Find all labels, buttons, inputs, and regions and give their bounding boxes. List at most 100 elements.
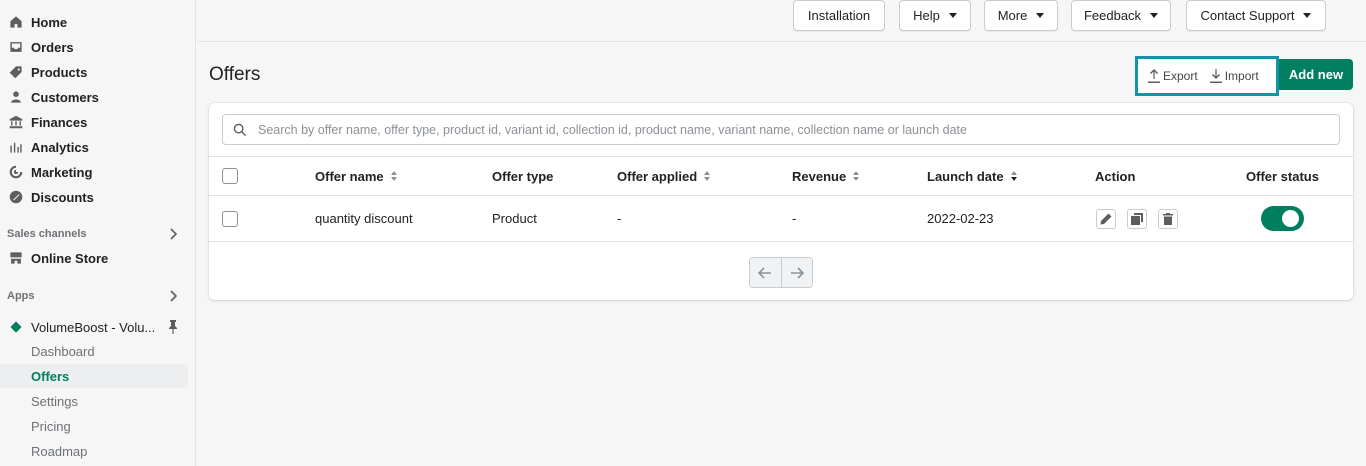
import-button[interactable]: Import <box>1209 66 1259 86</box>
sidebar-subitem-offers[interactable]: Offers <box>0 364 188 388</box>
sidebar-item-customers[interactable]: Customers <box>0 85 196 109</box>
column-header-label: Offer name <box>315 168 384 184</box>
column-header-label: Action <box>1095 168 1136 184</box>
app-logo-icon <box>9 320 23 334</box>
table-header-row: Offer name Offer type Offer applied Reve… <box>209 156 1353 196</box>
column-header-offer-name[interactable]: Offer name <box>315 157 397 195</box>
column-header-launch-date[interactable]: Launch date <box>927 157 1017 195</box>
caret-down-icon <box>948 13 957 18</box>
chevron-right-icon[interactable] <box>168 228 178 240</box>
column-header-offer-status: Offer status <box>1246 157 1319 195</box>
sidebar-item-label: Products <box>31 64 88 80</box>
toggle-knob <box>1282 210 1299 227</box>
sidebar-item-label: Finances <box>31 114 88 130</box>
add-new-button[interactable]: Add new <box>1279 59 1353 90</box>
row-select-cell <box>222 196 238 241</box>
sidebar-item-label: VolumeBoost - Volu... <box>31 319 156 335</box>
offer-status-cell <box>1261 196 1304 241</box>
sidebar-item-marketing[interactable]: Marketing <box>0 160 196 184</box>
more-dropdown-label: More <box>997 8 1028 23</box>
store-icon <box>9 251 23 265</box>
offer-status-toggle[interactable] <box>1261 206 1304 231</box>
previous-page-button[interactable] <box>750 258 781 287</box>
installation-button[interactable]: Installation <box>793 0 885 31</box>
sidebar-item-label: Discounts <box>31 189 94 205</box>
upload-icon <box>1148 69 1160 83</box>
sidebar-item-label: Marketing <box>31 164 93 180</box>
column-header-offer-type: Offer type <box>492 157 553 195</box>
top-bar: Installation Help More Feedback Contact … <box>197 0 1366 42</box>
sidebar-item-label: Analytics <box>31 139 89 155</box>
page-title: Offers <box>209 64 261 85</box>
bar-chart-icon <box>9 140 23 154</box>
export-label: Export <box>1163 69 1198 83</box>
duplicate-icon <box>1131 212 1143 225</box>
chevron-right-icon[interactable] <box>168 290 178 302</box>
sidebar-subitem-settings[interactable]: Settings <box>0 389 188 413</box>
offer-type-cell: Product <box>492 211 537 226</box>
revenue-cell: - <box>792 211 797 226</box>
edit-button[interactable] <box>1096 208 1116 229</box>
search-input[interactable] <box>258 122 1328 137</box>
offer-applied-cell: - <box>617 211 622 226</box>
download-icon <box>1209 69 1222 83</box>
sidebar-item-discounts[interactable]: Discounts <box>0 185 196 209</box>
sidebar-item-label: Online Store <box>31 250 109 266</box>
arrow-right-icon <box>790 266 804 279</box>
sidebar-subitem-roadmap[interactable]: Roadmap <box>0 439 188 463</box>
sidebar-item-online-store[interactable]: Online Store <box>0 246 196 270</box>
sort-desc-icon <box>1010 171 1017 181</box>
apps-label: Apps <box>7 290 35 302</box>
offers-card: Offer name Offer type Offer applied Reve… <box>209 103 1353 300</box>
caret-down-icon <box>1303 13 1312 18</box>
sidebar-item-orders[interactable]: Orders <box>0 35 196 59</box>
feedback-dropdown-label: Feedback <box>1083 8 1142 23</box>
offer-name-cell: quantity discount <box>315 211 413 226</box>
person-icon <box>9 90 23 104</box>
sidebar-subitem-pricing[interactable]: Pricing <box>0 414 188 438</box>
column-header-revenue[interactable]: Revenue <box>792 157 860 195</box>
contact-support-dropdown[interactable]: Contact Support <box>1186 0 1326 31</box>
launch-date-cell: 2022-02-23 <box>927 211 994 226</box>
sidebar-item-finances[interactable]: Finances <box>0 110 196 134</box>
sidebar-item-label: Home <box>31 14 68 30</box>
sort-icon <box>390 171 397 181</box>
bank-icon <box>9 115 23 129</box>
sales-channels-label: Sales channels <box>7 228 87 240</box>
search-icon <box>233 123 247 136</box>
sidebar-subitem-dashboard[interactable]: Dashboard <box>0 339 188 363</box>
column-header-label: Offer status <box>1246 168 1319 184</box>
sidebar-item-products[interactable]: Products <box>0 60 196 84</box>
pencil-icon <box>1100 213 1112 224</box>
delete-button[interactable] <box>1158 208 1178 229</box>
target-icon <box>9 165 23 179</box>
export-button[interactable]: Export <box>1148 66 1198 86</box>
action-cell <box>1096 196 1189 241</box>
help-dropdown-label: Help <box>913 8 940 23</box>
sort-icon <box>853 171 860 181</box>
row-checkbox[interactable] <box>222 210 238 227</box>
column-header-action: Action <box>1095 157 1135 195</box>
search-bar <box>222 114 1340 145</box>
home-icon <box>9 15 23 29</box>
feedback-dropdown[interactable]: Feedback <box>1071 0 1171 31</box>
trash-icon <box>1163 212 1173 225</box>
export-import-group: Export Import <box>1135 56 1279 96</box>
next-page-button[interactable] <box>780 258 812 287</box>
sidebar-item-label: Customers <box>31 89 99 105</box>
caret-down-icon <box>1150 13 1159 18</box>
help-dropdown[interactable]: Help <box>899 0 971 31</box>
column-header-label: Revenue <box>792 168 847 184</box>
orders-icon <box>9 40 23 54</box>
installation-button-label: Installation <box>807 8 871 23</box>
column-header-label: Offer type <box>492 168 554 184</box>
select-all-checkbox[interactable] <box>222 168 238 184</box>
more-dropdown[interactable]: More <box>984 0 1058 31</box>
pin-icon[interactable] <box>167 320 179 334</box>
import-label: Import <box>1224 69 1259 83</box>
duplicate-button[interactable] <box>1127 208 1147 229</box>
sidebar-item-analytics[interactable]: Analytics <box>0 135 196 159</box>
sidebar-item-home[interactable]: Home <box>0 10 196 34</box>
column-header-offer-applied[interactable]: Offer applied <box>617 157 711 195</box>
column-header-label: Launch date <box>927 168 1004 184</box>
